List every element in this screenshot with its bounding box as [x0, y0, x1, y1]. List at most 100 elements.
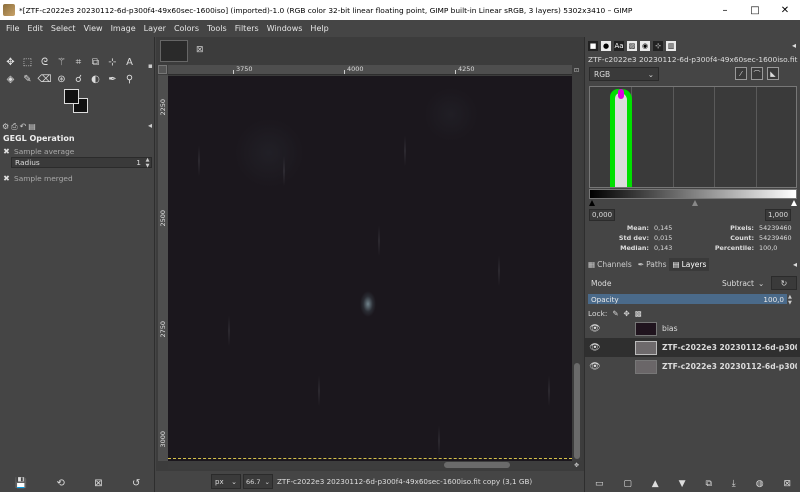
sample-average-checkbox[interactable]: ✖	[2, 147, 11, 156]
brushes-tab-icon[interactable]: ●	[601, 41, 611, 51]
linear-scale-icon[interactable]: ⁄	[735, 67, 747, 80]
save-options-icon[interactable]: 💾	[15, 478, 27, 489]
channel-selector[interactable]: RGB ⌄	[589, 67, 659, 81]
duplicate-layer-icon[interactable]: ⧉	[705, 479, 711, 489]
zoom-toggle-icon[interactable]: ⊡	[574, 67, 579, 74]
images-tab-icon[interactable]: ▤	[28, 122, 36, 131]
tab-menu-icon[interactable]: ◂	[148, 121, 152, 130]
undo-history-tab-icon[interactable]: ↶	[20, 122, 27, 131]
paths-tool-icon[interactable]: ✒	[104, 71, 121, 88]
range-low-input[interactable]: 0,000	[589, 209, 615, 221]
layer-row[interactable]: 👁 ZTF-c2022e3 20230112-6d-p300f4-49x60se…	[585, 338, 800, 357]
zoom-tool-icon[interactable]: ⚲	[121, 71, 138, 88]
layer-thumbnail[interactable]	[635, 321, 657, 336]
maximize-button[interactable]: □	[740, 0, 770, 20]
tool-options-tab-icon[interactable]: ⚙	[2, 122, 9, 131]
layer-mode-row[interactable]: Mode Subtract ⌄	[588, 276, 768, 290]
lock-pixels-icon[interactable]: ✎	[612, 309, 618, 318]
radius-spinner[interactable]: Radius 1 ▲ ▼	[11, 157, 152, 169]
sample-merged-checkbox[interactable]: ✖	[2, 174, 11, 183]
layer-name[interactable]: bias	[662, 324, 797, 333]
menu-view[interactable]: View	[80, 24, 107, 33]
gradients-tab-icon[interactable]: ▨	[627, 41, 637, 51]
menu-help[interactable]: Help	[306, 24, 332, 33]
new-group-icon[interactable]: ▢	[623, 479, 632, 489]
clone-tool-icon[interactable]: ⊛	[53, 71, 70, 88]
delete-options-icon[interactable]: ⊠	[94, 478, 102, 489]
mask-icon[interactable]: ◍	[756, 479, 764, 489]
device-status-tab-icon[interactable]: ⎙	[11, 122, 17, 132]
eye-icon[interactable]: 👁	[585, 343, 605, 353]
pointer-tab-icon[interactable]: ⊹	[653, 41, 663, 51]
palette-tab-icon[interactable]: ◉	[640, 41, 650, 51]
menu-tools[interactable]: Tools	[203, 24, 231, 33]
composite-mode-button[interactable]: ↻	[771, 276, 797, 290]
unified-transform-tool-icon[interactable]: ⧉	[87, 54, 104, 71]
layer-row[interactable]: 👁 bias	[585, 319, 800, 338]
merge-down-icon[interactable]: ⤓	[732, 479, 736, 489]
text-tool-icon[interactable]: A	[121, 54, 138, 71]
tab-layers[interactable]: ▤ Layers	[669, 258, 710, 271]
menu-filters[interactable]: Filters	[231, 24, 263, 33]
lock-alpha-icon[interactable]: ▩	[635, 309, 642, 318]
eraser-tool-icon[interactable]: ⌫	[36, 71, 53, 88]
opacity-spin-arrows-icon[interactable]: ▲ ▼	[788, 294, 792, 306]
opacity-slider[interactable]: Opacity 100,0	[588, 294, 787, 304]
new-layer-icon[interactable]: ▭	[595, 479, 604, 489]
move-tool-icon[interactable]: ✥	[2, 54, 19, 71]
image-canvas[interactable]	[168, 76, 572, 461]
dodge-burn-tool-icon[interactable]: ◐	[87, 71, 104, 88]
zoom-selector[interactable]: 66.7 ⌄	[243, 474, 273, 489]
log-scale-icon[interactable]: ⌒	[751, 67, 763, 80]
eye-icon[interactable]: 👁	[585, 362, 605, 372]
bucket-fill-tool-icon[interactable]: ◈	[2, 71, 19, 88]
layer-row[interactable]: 👁 ZTF-c2022e3 20230112-6d-p300f4-49x60se…	[585, 357, 800, 376]
menu-file[interactable]: File	[2, 24, 23, 33]
vertical-scrollbar[interactable]	[572, 75, 582, 461]
raise-layer-icon[interactable]: ▲	[652, 479, 659, 489]
delete-layer-icon[interactable]: ⊠	[783, 479, 791, 489]
range-high-input[interactable]: 1,000	[765, 209, 791, 221]
radius-spin-arrows-icon[interactable]: ▲ ▼	[144, 157, 151, 169]
quick-mask-corner[interactable]	[158, 65, 167, 74]
paintbrush-tool-icon[interactable]: ✎	[19, 71, 36, 88]
dock-menu-icon[interactable]: ▪	[148, 62, 153, 70]
sample-average-row[interactable]: ✖ Sample average	[2, 145, 74, 157]
image-tab-thumbnail[interactable]	[160, 40, 188, 62]
menu-edit[interactable]: Edit	[23, 24, 47, 33]
layer-thumbnail[interactable]	[635, 359, 657, 374]
horizontal-scrollbar[interactable]	[168, 461, 572, 469]
fg-bg-tab-icon[interactable]: ■	[588, 41, 598, 51]
lock-position-icon[interactable]: ✥	[624, 309, 630, 318]
fg-bg-color-selector[interactable]	[64, 89, 94, 119]
horizontal-ruler[interactable]: 3750 4000 4250	[168, 65, 572, 75]
layer-name[interactable]: ZTF-c2022e3 20230112-6d-p300f4-49x60sec-…	[662, 362, 797, 371]
mode-value[interactable]: Subtract	[658, 279, 758, 288]
rect-select-tool-icon[interactable]: ⬚	[19, 54, 36, 71]
histogram-graph[interactable]	[589, 86, 797, 188]
sample-merged-row[interactable]: ✖ Sample merged	[2, 172, 73, 184]
radius-value[interactable]: 1	[136, 158, 144, 167]
zoom-value[interactable]: 66.7	[246, 478, 260, 486]
reset-options-icon[interactable]: ↺	[132, 478, 140, 489]
vertical-ruler[interactable]: 2250 2500 2750 3000	[158, 75, 168, 461]
pixel-mode-icon[interactable]: ◣	[767, 67, 779, 80]
histogram-tab-icon[interactable]: ▥	[666, 41, 676, 51]
menu-select[interactable]: Select	[47, 24, 80, 33]
crop-tool-icon[interactable]: ⌗	[70, 54, 87, 71]
foreground-color-swatch[interactable]	[64, 89, 79, 104]
smudge-tool-icon[interactable]: ☌	[70, 71, 87, 88]
layer-thumbnail[interactable]	[635, 340, 657, 355]
close-window-button[interactable]: ✕	[770, 0, 800, 20]
minimize-button[interactable]: –	[710, 0, 740, 20]
layer-name[interactable]: ZTF-c2022e3 20230112-6d-p300f4-49x60sec-…	[662, 343, 797, 352]
unit-selector[interactable]: px ⌄	[211, 474, 241, 489]
warp-tool-icon[interactable]: ⊹	[104, 54, 121, 71]
lasso-tool-icon[interactable]: ᘓ	[36, 54, 53, 71]
image-tab-close-icon[interactable]: ⊠	[196, 45, 204, 55]
opacity-value[interactable]: 100,0	[763, 295, 784, 304]
range-slider[interactable]	[589, 200, 797, 206]
fuzzy-select-tool-icon[interactable]: ⚚	[53, 54, 70, 71]
layers-tab-menu-icon[interactable]: ◂	[793, 260, 797, 269]
histogram-menu-icon[interactable]: ◂	[792, 41, 796, 50]
